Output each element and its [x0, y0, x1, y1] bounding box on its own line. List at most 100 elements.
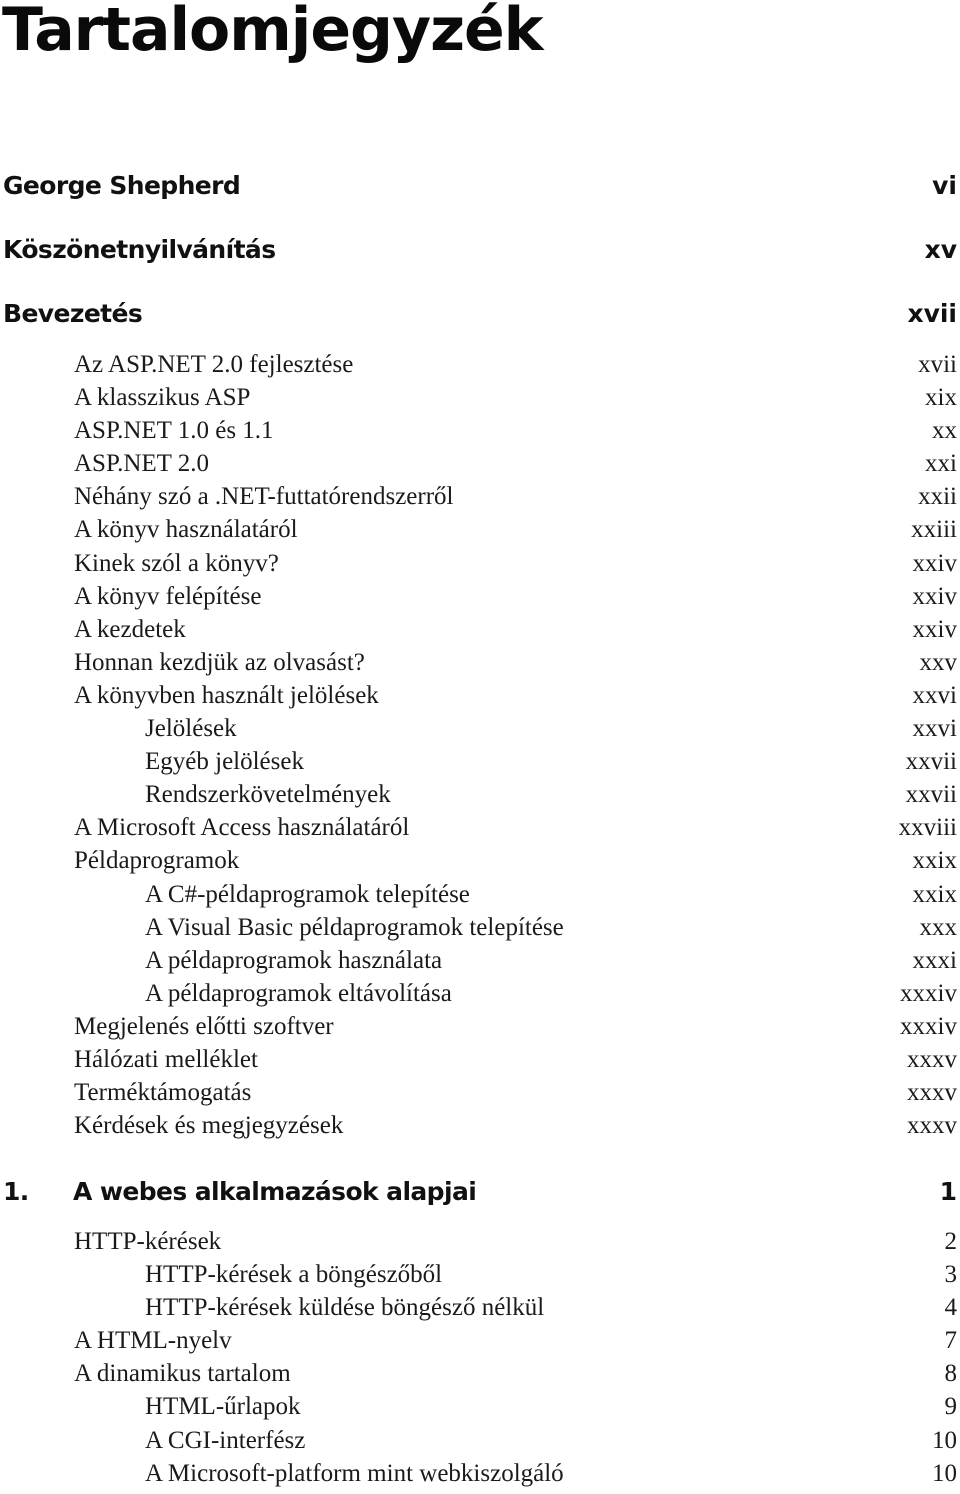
toc-entry-page: xv [924, 234, 957, 264]
toc-entry-page: xix [925, 384, 957, 412]
toc-entry[interactable]: HTTP-kérések 2 [0, 1225, 960, 1258]
toc-entry[interactable]: Kinek szól a könyv? xxiv [0, 547, 960, 580]
toc-entry[interactable]: Honnan kezdjük az olvasást? xxv [0, 646, 960, 679]
chapter-number: 1. [3, 1176, 29, 1206]
toc-entry[interactable]: A HTML-nyelv 7 [0, 1324, 960, 1357]
toc-entry-label: Honnan kezdjük az olvasást? [74, 648, 365, 676]
toc-entry[interactable]: Hálózati melléklet xxxv [0, 1043, 960, 1076]
toc-entry-page: xxiii [911, 516, 957, 544]
toc-entry-page: 3 [944, 1261, 958, 1289]
toc-entry[interactable]: A könyv használatáról xxiii [0, 513, 960, 546]
toc-entry-page: xxviii [898, 814, 957, 842]
toc-entry-label: Kinek szól a könyv? [74, 549, 279, 577]
toc-entry-label: A kezdetek [74, 615, 186, 643]
toc-entry-label: Egyéb jelölések [145, 748, 304, 776]
toc-entry[interactable]: A könyv felépítése xxiv [0, 580, 960, 613]
toc-chapter-heading[interactable]: 1. A webes alkalmazások alapjai 1 [3, 1173, 957, 1209]
toc-entry-page: xxii [918, 483, 957, 511]
toc-entry-label: Hálózati melléklet [74, 1045, 258, 1073]
toc-entry-page: xxxv [907, 1045, 957, 1073]
toc-entry-page: xxvi [912, 715, 957, 743]
toc-entry[interactable]: Egyéb jelölések xxvii [0, 745, 960, 778]
toc-entry[interactable]: Rendszerkövetelmények xxvii [0, 778, 960, 811]
toc-entry-label: HTTP-kérések [74, 1228, 222, 1255]
toc-entry-page: xxix [912, 847, 957, 875]
toc-entry[interactable]: A példaprogramok eltávolítása xxxiv [0, 977, 960, 1010]
toc-entry-label: A könyv felépítése [74, 582, 262, 610]
toc-entry[interactable]: Néhány szó a .NET-futtatórendszerről xxii [0, 480, 960, 513]
toc-entry-page: 7 [944, 1327, 958, 1355]
toc-entry-label: A könyvben használt jelölések [74, 681, 379, 709]
toc-entry-page: xvii [907, 298, 957, 328]
toc-entry-page: xxiv [912, 582, 957, 610]
toc-entry[interactable]: Példaprogramok xxix [0, 844, 960, 877]
toc-entry-label: A C#-példaprogramok telepítése [145, 880, 470, 908]
toc-entry-label: A dinamikus tartalom [74, 1360, 291, 1388]
toc-entry[interactable]: Kérdések és megjegyzések xxxv [0, 1109, 960, 1142]
toc-entry-label: Jelölések [145, 715, 237, 743]
toc-entry-label: Néhány szó a .NET-futtatórendszerről [74, 483, 454, 511]
toc-entry[interactable]: ASP.NET 1.0 és 1.1 xx [0, 414, 960, 447]
toc-entry[interactable]: HTML-űrlapok 9 [0, 1390, 960, 1423]
toc-entry-page: xxxi [912, 946, 957, 974]
toc-entry[interactable]: A CGI-interfész 10 [0, 1424, 960, 1457]
toc-entry-page: xx [932, 417, 957, 445]
toc-entry-label: Kérdések és megjegyzések [74, 1112, 344, 1140]
toc-entry-label: A Visual Basic példaprogramok telepítése [145, 913, 564, 941]
toc-entry-page: xxvii [905, 781, 957, 809]
toc-entry-label: A példaprogramok eltávolítása [145, 979, 452, 1007]
toc-entry-page: 1 [939, 1176, 957, 1206]
toc-entry-page: xxv [919, 648, 958, 676]
toc-entry[interactable]: A példaprogramok használata xxxi [0, 944, 960, 977]
toc-entry-label: A CGI-interfész [145, 1426, 306, 1454]
toc-entry-label: Az ASP.NET 2.0 fejlesztése [74, 351, 354, 378]
toc-entry-label: Terméktámogatás [74, 1079, 252, 1107]
toc-major-entry[interactable]: George Shepherd vi [3, 167, 957, 203]
toc-entry[interactable]: ASP.NET 2.0 xxi [0, 447, 960, 480]
toc-entry-page: xxxiv [900, 979, 957, 1007]
toc-entry-page: xxiv [912, 615, 957, 643]
toc-entry-label: ASP.NET 2.0 [74, 450, 209, 478]
toc-entry[interactable]: Megjelenés előtti szoftver xxxiv [0, 1010, 960, 1043]
toc-entry-label: Rendszerkövetelmények [145, 781, 391, 809]
chapter-title: A webes alkalmazások alapjai [73, 1176, 477, 1206]
toc-entry-page: xxix [912, 880, 957, 908]
toc-entry-label: A Microsoft-platform mint webkiszolgáló [145, 1459, 564, 1487]
toc-entry-label: A HTML-nyelv [74, 1327, 232, 1355]
toc-entry-label: George Shepherd [3, 170, 241, 200]
toc-entry-label: ASP.NET 1.0 és 1.1 [74, 417, 274, 445]
toc-entry[interactable]: A Visual Basic példaprogramok telepítése… [0, 911, 960, 944]
toc-entry-label: HTTP-kérések a böngészőből [145, 1261, 443, 1289]
toc-major-entry[interactable]: Köszönetnyilvánítás xv [3, 231, 957, 267]
toc-entry-label: A példaprogramok használata [145, 946, 443, 974]
toc-entry-page: xxx [919, 913, 958, 941]
toc-entry[interactable]: A Microsoft Access használatáról xxviii [0, 811, 960, 844]
toc-entry[interactable]: HTTP-kérések küldése böngésző nélkül 4 [0, 1291, 960, 1324]
toc-entry-page: xxiv [912, 549, 957, 577]
toc-entry-page: 8 [944, 1360, 958, 1388]
toc-entry[interactable]: HTTP-kérések a böngészőből 3 [0, 1258, 960, 1291]
toc-entry-label: Megjelenés előtti szoftver [74, 1012, 334, 1040]
toc-entry[interactable]: A C#-példaprogramok telepítése xxix [0, 878, 960, 911]
toc-entry-page: xxxiv [900, 1012, 957, 1040]
toc-entry[interactable]: Az ASP.NET 2.0 fejlesztése xvii [0, 348, 960, 381]
toc-entry-page: xxxv [907, 1112, 957, 1140]
toc-entry[interactable]: A Microsoft-platform mint webkiszolgáló 1… [0, 1457, 960, 1490]
toc-entry-page: vi [932, 170, 957, 200]
toc-entry-label: Köszönetnyilvánítás [3, 234, 276, 264]
toc-entry-page: xxxv [907, 1079, 957, 1107]
intro-entry-list: Az ASP.NET 2.0 fejlesztése xvii A klasszik… [0, 348, 960, 1142]
toc-entry-page: xxvi [912, 681, 957, 709]
toc-entry-label: HTTP-kérések küldése böngésző nélkül [145, 1294, 545, 1322]
toc-entry-page: xvii [918, 351, 957, 378]
toc-major-entry[interactable]: Bevezetés xvii [3, 295, 957, 331]
toc-entry-page: 10 [932, 1459, 957, 1487]
toc-entry[interactable]: A dinamikus tartalom 8 [0, 1357, 960, 1390]
toc-entry[interactable]: A kezdetek xxiv [0, 613, 960, 646]
toc-entry-page: 4 [944, 1294, 958, 1322]
toc-entry[interactable]: A klasszikus ASP xix [0, 381, 960, 414]
chapter1-entry-list: HTTP-kérések 2 HTTP-kérések a böngészőből 3… [0, 1225, 960, 1490]
toc-entry[interactable]: Jelölések xxvi [0, 712, 960, 745]
toc-entry[interactable]: A könyvben használt jelölések xxvi [0, 679, 960, 712]
toc-entry[interactable]: Terméktámogatás xxxv [0, 1076, 960, 1109]
